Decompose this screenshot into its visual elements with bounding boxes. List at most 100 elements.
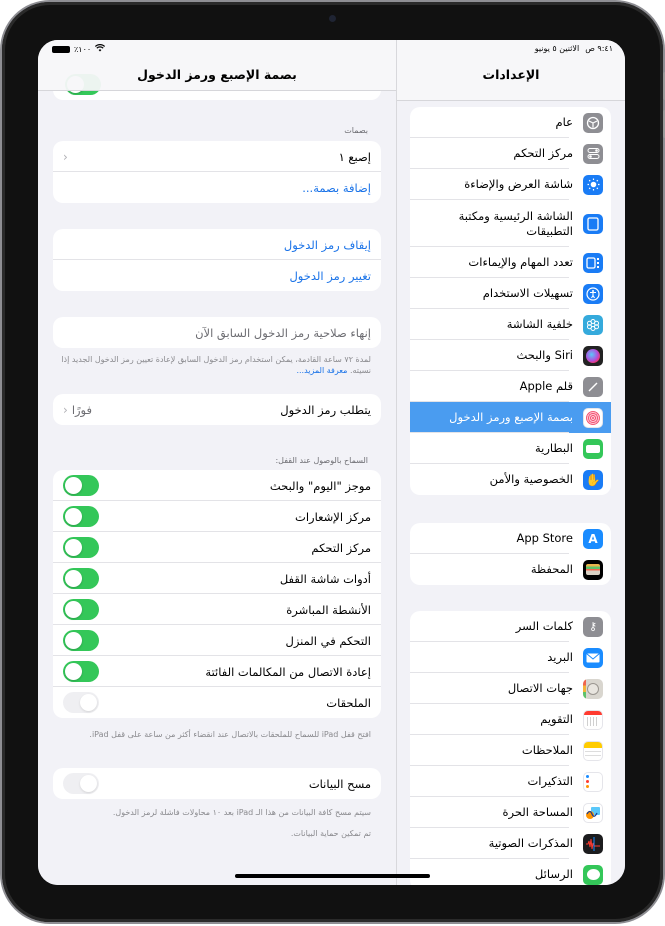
sidebar-item[interactable]: المذكرات الصوتية — [410, 828, 611, 859]
erase-data-group: مسح البيانات — [53, 768, 381, 799]
erase-data-toggle[interactable] — [63, 773, 99, 794]
sidebar-item[interactable]: بصمة الإصبع ورمز الدخول — [410, 402, 611, 433]
sidebar-item[interactable]: جهات الاتصال — [410, 673, 611, 704]
require-passcode-label: يتطلب رمز الدخول — [280, 402, 371, 417]
allow-access-label: أدوات شاشة القفل — [279, 571, 371, 586]
sidebar-item[interactable]: تعدد المهام والإيماءات — [410, 247, 611, 278]
sidebar-item[interactable]: المحفظة — [410, 554, 611, 585]
passcode-group: إيقاف رمز الدخول تغيير رمز الدخول — [53, 229, 381, 291]
sidebar-item[interactable]: قلم Apple — [410, 371, 611, 402]
home-indicator[interactable] — [235, 874, 430, 878]
allow-access-toggle[interactable] — [63, 475, 99, 496]
notes-icon — [583, 740, 603, 761]
voice-memos-icon — [583, 833, 603, 854]
sun-icon — [583, 174, 603, 195]
key-icon: ⚷ — [583, 616, 603, 637]
expire-previous-passcode-button[interactable]: إنهاء صلاحية رمز الدخول السابق الآن — [53, 317, 381, 348]
allow-access-toggle[interactable] — [63, 537, 99, 558]
sidebar-item[interactable]: ⚷ كلمات السر — [410, 611, 611, 642]
sidebar-item-label: كلمات السر — [515, 619, 573, 633]
sidebar-item[interactable]: المساحة الحرة — [410, 797, 611, 828]
wallpaper-icon — [583, 314, 603, 335]
allow-access-toggle[interactable] — [63, 661, 99, 682]
expire-group: إنهاء صلاحية رمز الدخول السابق الآن — [53, 317, 381, 348]
sidebar-item-label: البطارية — [534, 441, 573, 455]
allow-access-toggle[interactable] — [63, 599, 99, 620]
sidebar-item-label: تسهيلات الاستخدام — [482, 286, 573, 300]
sidebar-item[interactable]: عام — [410, 107, 611, 138]
hand-icon: ✋ — [583, 469, 603, 490]
finger-1-label: إصبع ١ — [338, 149, 371, 164]
erase-data-label: مسح البيانات — [308, 776, 371, 791]
sidebar-item-label: المساحة الحرة — [502, 805, 573, 819]
calendar-icon — [583, 709, 603, 730]
sidebar-item[interactable]: A App Store — [410, 523, 611, 554]
contacts-icon — [583, 678, 603, 699]
change-passcode-button[interactable]: تغيير رمز الدخول — [53, 260, 381, 291]
mail-icon — [583, 647, 603, 668]
sidebar-title: الإعدادات — [482, 67, 540, 82]
allow-access-label: الأنشطة المباشرة — [286, 602, 371, 617]
add-fingerprint-button[interactable]: إضافة بصمة... — [53, 172, 381, 203]
wallet-icon — [583, 559, 603, 580]
allow-access-row: التحكم في المنزل — [53, 625, 381, 656]
allow-access-toggle[interactable] — [63, 630, 99, 651]
sidebar-item-label: قلم Apple — [519, 379, 573, 393]
multitasking-icon — [583, 252, 603, 273]
battery-icon — [52, 46, 70, 53]
allow-access-row: مركز الإشعارات — [53, 501, 381, 532]
learn-more-link[interactable]: معرفة المزيد... — [296, 366, 347, 375]
sidebar-item-label: الشاشة الرئيسية ومكتبة التطبيقات — [458, 208, 573, 238]
sidebar-item-label: التذكيرات — [527, 774, 573, 788]
allow-access-label: مركز التحكم — [311, 540, 371, 555]
sidebar-item-label: App Store — [516, 531, 573, 545]
accessories-footnote: افتح قفل iPad للسماح للملحقات بالاتصال ع… — [89, 730, 371, 739]
status-time: ٩:٤١ ص — [585, 44, 613, 53]
sidebar-item[interactable]: الرسائل — [410, 859, 611, 885]
sidebar-item[interactable]: خلفية الشاشة — [410, 309, 611, 340]
home-screen-icon — [583, 213, 603, 234]
expire-previous-label: إنهاء صلاحية رمز الدخول السابق الآن — [195, 325, 371, 340]
allow-access-row: الملحقات — [53, 687, 381, 718]
sidebar-item[interactable]: التقويم — [410, 704, 611, 735]
allow-access-toggle[interactable] — [63, 506, 99, 527]
sidebar-item[interactable]: البريد — [410, 642, 611, 673]
allow-access-toggle[interactable] — [63, 692, 99, 713]
finger-1-row[interactable]: إصبع ١ ‹ — [53, 141, 381, 172]
freeform-icon — [583, 802, 603, 823]
toggles-icon — [583, 143, 603, 164]
siri-icon — [583, 345, 603, 366]
sidebar-item[interactable]: الشاشة الرئيسية ومكتبة التطبيقات — [410, 200, 611, 247]
fingerprints-section-label: بصمات — [344, 126, 368, 135]
sidebar-item-label: جهات الاتصال — [507, 681, 573, 695]
sidebar-item[interactable]: شاشة العرض والإضاءة — [410, 169, 611, 200]
sidebar-item-label: عام — [555, 115, 574, 129]
sidebar-item-label: المذكرات الصوتية — [488, 836, 573, 850]
sidebar-item-label: الخصوصية والأمن — [489, 472, 573, 486]
sidebar-item-label: المحفظة — [530, 562, 573, 576]
sidebar-item[interactable]: التذكيرات — [410, 766, 611, 797]
allow-access-group: موجز "اليوم" والبحث مركز الإشعارات مركز ال… — [53, 470, 381, 718]
sidebar-item[interactable]: مركز التحكم — [410, 138, 611, 169]
allow-access-row: مركز التحكم — [53, 532, 381, 563]
chevron-left-icon: ‹ — [63, 149, 68, 164]
require-passcode-group: يتطلب رمز الدخول فورًا ‹ — [53, 394, 381, 425]
require-passcode-value: فورًا — [71, 402, 92, 417]
gear-icon — [583, 112, 603, 133]
sidebar-item[interactable]: ✋ الخصوصية والأمن — [410, 464, 611, 495]
sidebar-item[interactable]: Siri والبحث — [410, 340, 611, 371]
sidebar-item[interactable]: الملاحظات — [410, 735, 611, 766]
sidebar-item-label: شاشة العرض والإضاءة — [464, 177, 573, 191]
fingerprints-group: إصبع ١ ‹ إضافة بصمة... — [53, 141, 381, 203]
allow-access-toggle[interactable] — [63, 568, 99, 589]
allow-access-label: مركز الإشعارات — [295, 509, 371, 524]
sidebar-item-label: خلفية الشاشة — [506, 317, 573, 331]
sidebar-item[interactable]: البطارية — [410, 433, 611, 464]
require-passcode-row[interactable]: يتطلب رمز الدخول فورًا ‹ — [53, 394, 381, 425]
wifi-icon — [95, 44, 106, 55]
sidebar-item[interactable]: تسهيلات الاستخدام — [410, 278, 611, 309]
status-bar: ٪١٠٠ ٩:٤١ ص الاثنين ٥ يونيو — [38, 40, 625, 60]
turn-off-passcode-button[interactable]: إيقاف رمز الدخول — [53, 229, 381, 260]
screen: ٪١٠٠ ٩:٤١ ص الاثنين ٥ يونيو بصمة الإصبع … — [38, 40, 625, 885]
accessibility-icon — [583, 283, 603, 304]
